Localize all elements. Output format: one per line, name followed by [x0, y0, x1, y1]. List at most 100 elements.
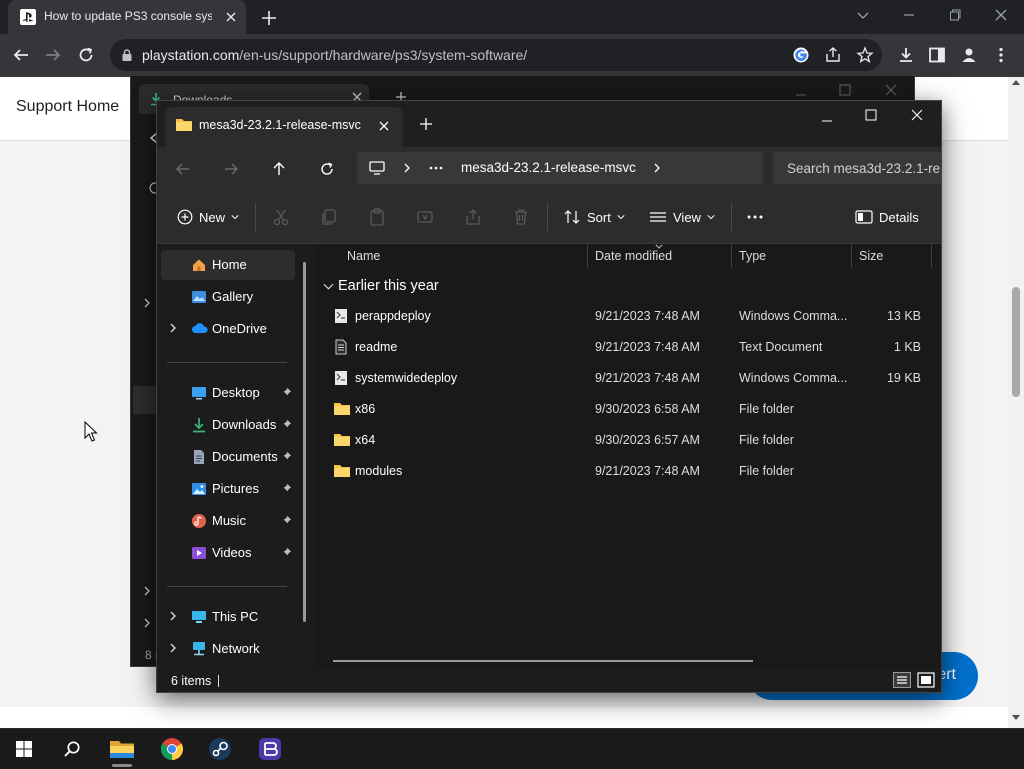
chrome-menu-icon[interactable]: [990, 44, 1012, 66]
delete-icon[interactable]: [511, 207, 531, 227]
browser-tab[interactable]: How to update PS3 console system softwar…: [8, 0, 246, 34]
back-arrow-icon[interactable]: [175, 161, 191, 177]
url-text[interactable]: playstation.com/en-us/support/hardware/p…: [142, 47, 527, 63]
side-panel-icon[interactable]: [926, 44, 948, 66]
column-header-date[interactable]: Date modified: [595, 249, 672, 263]
chrome-minimize-icon[interactable]: [886, 0, 932, 30]
forward-arrow-icon[interactable]: [223, 161, 239, 177]
new-tab-icon[interactable]: [258, 7, 280, 29]
bg-maximize-icon[interactable]: [839, 84, 851, 96]
nav-item-documents[interactable]: Documents: [161, 442, 295, 472]
copy-icon[interactable]: [319, 207, 339, 227]
chevron-right-icon[interactable]: [169, 611, 177, 621]
search-box[interactable]: [773, 152, 941, 184]
close-window-icon[interactable]: [911, 109, 923, 121]
search-input[interactable]: [773, 152, 941, 184]
file-row[interactable]: x64 9/30/2023 6:57 AM File folder: [329, 426, 929, 456]
google-lens-icon[interactable]: [792, 46, 810, 64]
page-scrollbar-thumb[interactable]: [1012, 287, 1020, 397]
sort-button[interactable]: Sort: [563, 203, 625, 231]
nav-item-network[interactable]: Network: [161, 634, 295, 664]
file-explorer-window[interactable]: mesa3d-23.2.1-release-msvc mesa3d-23.2.1…: [156, 100, 942, 693]
nav-item-desktop[interactable]: Desktop: [161, 378, 295, 408]
new-tab-icon[interactable]: [417, 115, 435, 133]
monitor-icon[interactable]: [369, 161, 385, 175]
column-divider[interactable]: [851, 244, 852, 268]
support-home-link[interactable]: Support Home: [16, 98, 119, 116]
file-row[interactable]: x86 9/30/2023 6:58 AM File folder: [329, 395, 929, 425]
column-divider[interactable]: [731, 244, 732, 268]
details-button[interactable]: Details: [855, 203, 919, 231]
nav-item-videos[interactable]: Videos: [161, 538, 295, 568]
paste-icon[interactable]: [367, 207, 387, 227]
horizontal-scrollbar[interactable]: [333, 660, 753, 662]
bg-selected-nav-item[interactable]: [133, 386, 157, 414]
bg-close-window-icon[interactable]: [885, 84, 897, 96]
rename-icon[interactable]: [415, 207, 435, 227]
taskbar-chrome[interactable]: [148, 729, 196, 769]
share-icon[interactable]: [824, 46, 842, 64]
nav-scrollbar[interactable]: [303, 262, 306, 622]
pin-icon[interactable]: [281, 419, 292, 430]
page-scrollbar[interactable]: [1008, 77, 1024, 728]
more-path-icon[interactable]: [429, 166, 443, 170]
chrome-restore-icon[interactable]: [932, 0, 978, 30]
reload-icon[interactable]: [75, 44, 97, 66]
tiles-view-icon[interactable]: [917, 672, 935, 688]
address-bar[interactable]: playstation.com/en-us/support/hardware/p…: [110, 39, 882, 71]
bg-chevron-right-icon[interactable]: [143, 298, 151, 308]
close-tab-icon[interactable]: [222, 8, 240, 26]
more-options-icon[interactable]: [745, 207, 765, 227]
minimize-icon[interactable]: [821, 115, 833, 127]
breadcrumb-bar[interactable]: mesa3d-23.2.1-release-msvc: [357, 152, 763, 184]
bookmark-star-icon[interactable]: [856, 46, 874, 64]
scroll-up-arrow-icon[interactable]: [1012, 79, 1020, 85]
nav-item-pictures[interactable]: Pictures: [161, 474, 295, 504]
chrome-close-icon[interactable]: [978, 0, 1024, 30]
column-divider[interactable]: [587, 244, 588, 268]
file-row[interactable]: systemwidedeploy 9/21/2023 7:48 AM Windo…: [329, 364, 929, 394]
chevron-right-icon[interactable]: [169, 643, 177, 653]
back-arrow-icon[interactable]: [10, 44, 32, 66]
column-divider[interactable]: [931, 244, 932, 268]
view-button[interactable]: View: [649, 203, 715, 231]
file-row[interactable]: modules 9/21/2023 7:48 AM File folder: [329, 457, 929, 487]
chevron-right-icon[interactable]: [653, 163, 661, 173]
taskbar-app[interactable]: [246, 729, 294, 769]
close-tab-icon[interactable]: [375, 117, 393, 135]
download-icon[interactable]: [895, 44, 917, 66]
column-header-type[interactable]: Type: [739, 249, 766, 263]
taskbar-search-button[interactable]: [48, 729, 96, 769]
refresh-icon[interactable]: [319, 161, 335, 177]
pin-icon[interactable]: [281, 515, 292, 526]
nav-item-onedrive[interactable]: OneDrive: [161, 314, 295, 344]
group-header[interactable]: Earlier this year: [338, 278, 439, 294]
share-icon[interactable]: [463, 207, 483, 227]
chevron-right-icon[interactable]: [169, 323, 177, 333]
explorer-tab[interactable]: mesa3d-23.2.1-release-msvc: [165, 107, 403, 147]
taskbar-file-explorer[interactable]: [98, 729, 146, 769]
nav-item-this-pc[interactable]: This PC: [161, 602, 295, 632]
pin-icon[interactable]: [281, 451, 292, 462]
up-arrow-icon[interactable]: [271, 161, 287, 177]
bg-chevron-right-icon[interactable]: [143, 586, 151, 596]
scroll-down-arrow-icon[interactable]: [1012, 715, 1020, 721]
chevron-right-icon[interactable]: [403, 163, 411, 173]
chrome-chevron-down-icon[interactable]: [840, 0, 886, 30]
start-button[interactable]: [0, 729, 48, 769]
column-header-name[interactable]: Name: [347, 249, 380, 263]
maximize-icon[interactable]: [865, 109, 877, 121]
lock-icon[interactable]: [120, 48, 134, 62]
new-button[interactable]: New: [177, 203, 239, 231]
profile-avatar-icon[interactable]: [958, 44, 980, 66]
nav-item-music[interactable]: Music: [161, 506, 295, 536]
file-row[interactable]: readme 9/21/2023 7:48 AM Text Document 1…: [329, 333, 929, 363]
nav-item-home[interactable]: Home: [161, 250, 295, 280]
cut-icon[interactable]: [271, 207, 291, 227]
file-row[interactable]: perappdeploy 9/21/2023 7:48 AM Windows C…: [329, 302, 929, 332]
taskbar-steam[interactable]: [196, 729, 244, 769]
pin-icon[interactable]: [281, 547, 292, 558]
forward-arrow-icon[interactable]: [42, 44, 64, 66]
nav-item-gallery[interactable]: Gallery: [161, 282, 295, 312]
details-view-icon[interactable]: [893, 672, 911, 688]
